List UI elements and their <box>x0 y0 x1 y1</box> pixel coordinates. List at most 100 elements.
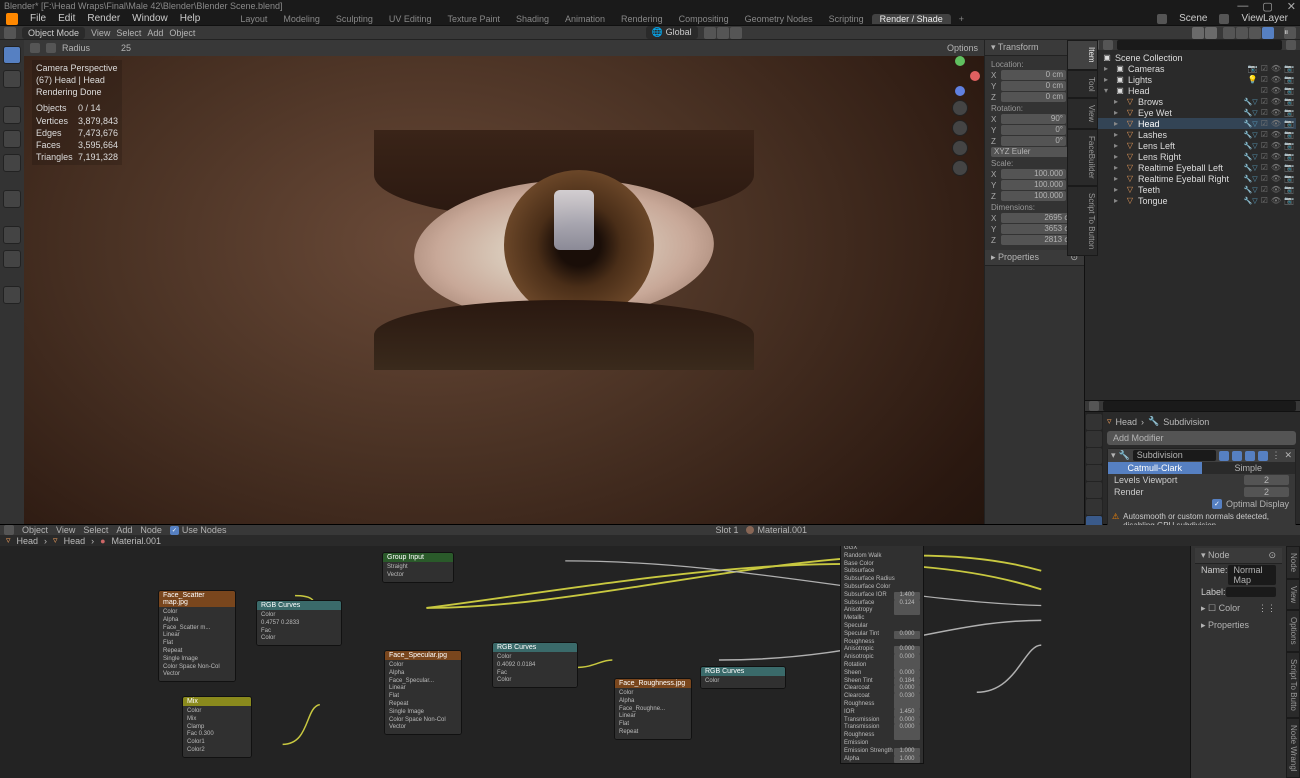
hide-icon[interactable]: 👁 <box>1271 97 1281 106</box>
transform-field[interactable]: Y0 cm <box>991 81 1078 91</box>
viewlayer-name[interactable]: ViewLayer <box>1235 13 1294 24</box>
exclude-icon[interactable]: ☑ <box>1261 64 1268 73</box>
use-nodes-check[interactable]: ✓ <box>170 526 179 535</box>
node-select-menu[interactable]: Select <box>83 525 108 535</box>
proportional-icon[interactable] <box>730 27 742 39</box>
radius-value[interactable]: 25 <box>96 43 156 53</box>
node-panel-header[interactable]: Node <box>1208 550 1230 560</box>
props-type-icon[interactable] <box>1089 401 1099 411</box>
menu-file[interactable]: File <box>30 13 46 24</box>
node-props-toggle[interactable]: ▸ Properties <box>1201 620 1249 631</box>
mod-realtime-icon[interactable] <box>1232 451 1242 461</box>
mod-cage-icon[interactable] <box>1258 451 1268 461</box>
exclude-icon[interactable]: ☑ <box>1261 174 1268 183</box>
view-menu[interactable]: View <box>91 28 110 38</box>
transform-field[interactable]: Z0° <box>991 136 1078 146</box>
workspace-tab[interactable]: Rendering <box>613 14 671 24</box>
outliner-row[interactable]: ▸▣Lights💡☑👁📷 <box>1089 74 1296 85</box>
shader-input-row[interactable]: Alpha1.000 <box>841 756 923 764</box>
hide-icon[interactable]: 👁 <box>1271 174 1281 183</box>
node-spec_tex[interactable]: Face_Specular.jpgColorAlphaFace_Specular… <box>384 650 462 735</box>
scale-tool-icon[interactable] <box>3 154 21 172</box>
transform-field[interactable]: X100.000 <box>991 169 1078 179</box>
transform-field[interactable]: Y0° <box>991 125 1078 135</box>
exclude-icon[interactable]: ☑ <box>1261 185 1268 194</box>
workspace-tab[interactable]: Texture Paint <box>439 14 508 24</box>
cursor-tool-icon[interactable] <box>3 70 21 88</box>
disable-icon[interactable]: 📷 <box>1284 130 1294 139</box>
brush-icon[interactable] <box>30 43 40 53</box>
modifier-value[interactable]: 2 <box>1244 487 1289 497</box>
slot-selector[interactable]: Slot 1 <box>715 525 738 535</box>
rendered-icon[interactable] <box>1262 27 1274 39</box>
node-label-field[interactable] <box>1226 587 1276 597</box>
exclude-icon[interactable]: ☑ <box>1261 196 1268 205</box>
disable-icon[interactable]: 📷 <box>1284 185 1294 194</box>
node-canvas[interactable]: GGXRandom WalkBase ColorSubsurfaceSubsur… <box>0 546 1190 778</box>
brush2-icon[interactable] <box>46 43 56 53</box>
minimize-icon[interactable]: — <box>1237 0 1248 13</box>
snap-icon[interactable] <box>717 27 729 39</box>
exclude-icon[interactable]: ☑ <box>1261 75 1268 84</box>
shader-input-row[interactable]: Transmission Roughness0.000 <box>841 724 923 740</box>
npanel-tab[interactable]: Script To Button <box>1067 186 1098 256</box>
workspace-tab[interactable]: Scripting <box>821 14 872 24</box>
maximize-icon[interactable]: ▢ <box>1262 0 1272 13</box>
pause-render-icon[interactable]: ⏸ <box>1284 27 1296 39</box>
hide-icon[interactable]: 👁 <box>1271 185 1281 194</box>
node-groupin[interactable]: Group InputStraightVector <box>382 552 454 583</box>
npanel-properties-header[interactable]: Properties <box>998 252 1039 262</box>
orbit-gizmo[interactable] <box>940 56 980 96</box>
scene-tab-icon[interactable] <box>1086 465 1102 481</box>
principled-bsdf-inputs[interactable]: GGXRandom WalkBase ColorSubsurfaceSubsur… <box>840 546 924 764</box>
pivot-icon[interactable] <box>704 27 716 39</box>
output-tab-icon[interactable] <box>1086 431 1102 447</box>
shader-input-row[interactable]: Emission <box>841 740 923 748</box>
node-view-menu[interactable]: View <box>56 525 75 535</box>
camera-gizmo-icon[interactable] <box>952 140 968 156</box>
collapse-icon[interactable]: ▾ <box>1111 450 1116 461</box>
exclude-icon[interactable]: ☑ <box>1261 130 1268 139</box>
options-dropdown[interactable]: Options <box>947 43 978 53</box>
transform-field[interactable]: Z0 cm <box>991 92 1078 102</box>
annotate-tool-icon[interactable] <box>3 226 21 244</box>
node-scatter_tex[interactable]: Face_Scatter map.jpgColorAlphaFace_Scatt… <box>158 590 236 682</box>
exclude-icon[interactable]: ☑ <box>1261 152 1268 161</box>
outliner-search[interactable] <box>1117 40 1282 50</box>
disable-icon[interactable]: 📷 <box>1284 163 1294 172</box>
overlays-icon[interactable] <box>1192 27 1204 39</box>
transform-field[interactable]: X0 cm <box>991 70 1078 80</box>
disable-icon[interactable]: 📷 <box>1284 196 1294 205</box>
mod-editmode-icon[interactable] <box>1219 451 1229 461</box>
shader-input-row[interactable]: Clearcoat0.000 <box>841 685 923 693</box>
shader-input-row[interactable]: Emission Strength1.000 <box>841 748 923 756</box>
shader-input-row[interactable]: Sheen0.000 <box>841 670 923 678</box>
node-object-selector[interactable]: Object <box>22 525 48 535</box>
outliner[interactable]: ▾▣ Scene Collection ▸▣Cameras📷☑👁📷▸▣Light… <box>1085 50 1300 400</box>
node-rgb2[interactable]: RGB CurvesColor 0.4092 0.0184FacColor <box>492 642 578 688</box>
hide-icon[interactable]: 👁 <box>1271 108 1281 117</box>
outliner-row[interactable]: ▸▽Teeth🔧▽☑👁📷 <box>1089 184 1296 195</box>
shader-input-row[interactable]: Sheen Tint0.184 <box>841 678 923 686</box>
world-tab-icon[interactable] <box>1086 482 1102 498</box>
filter-icon[interactable] <box>1286 40 1296 50</box>
workspace-tab[interactable]: Layout <box>232 14 275 24</box>
transform-tool-icon[interactable] <box>3 190 21 208</box>
menu-render[interactable]: Render <box>87 13 120 24</box>
npanel-transform-header[interactable]: Transform <box>998 42 1039 52</box>
rotate-tool-icon[interactable] <box>3 130 21 148</box>
viewport[interactable]: Radius 25 Options Camera Perspective (67… <box>24 40 984 524</box>
node-npanel-tab[interactable]: View <box>1286 579 1300 610</box>
disable-icon[interactable]: 📷 <box>1284 86 1294 95</box>
shader-input-row[interactable]: Subsurface Anisotropy0.124 <box>841 600 923 616</box>
shader-input-row[interactable]: Subsurface <box>841 568 923 576</box>
add-modifier-button[interactable]: Add Modifier <box>1107 431 1296 445</box>
disable-icon[interactable]: 📷 <box>1284 152 1294 161</box>
node-npanel-tab[interactable]: Options <box>1286 610 1300 652</box>
workspace-tab[interactable]: Geometry Nodes <box>737 14 821 24</box>
shader-input-row[interactable]: Subsurface IOR1.400 <box>841 592 923 600</box>
outliner-row[interactable]: ▸▽Tongue🔧▽☑👁📷 <box>1089 195 1296 206</box>
hide-icon[interactable]: 👁 <box>1271 119 1281 128</box>
hide-icon[interactable]: 👁 <box>1271 130 1281 139</box>
select-menu[interactable]: Select <box>116 28 141 38</box>
